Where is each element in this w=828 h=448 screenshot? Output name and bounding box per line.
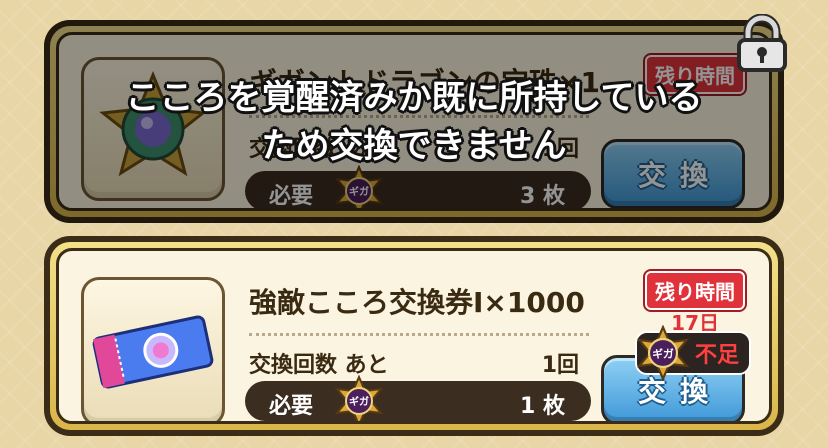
insufficient-label: 不足 [694, 343, 739, 368]
message-line-1: こころを覚醒済みか既に所持している [125, 78, 703, 118]
need-label: 必要 [269, 394, 314, 419]
giga-medal-icon: ギガ [635, 324, 691, 387]
cannot-exchange-message: こころを覚醒済みか既に所持している ため交換できません [44, 74, 784, 170]
message-line-2: ため交換できません [261, 126, 567, 166]
lock-icon [734, 13, 790, 78]
divider [249, 333, 589, 336]
required-cost-bar: 必要 ギガ 1 枚 [245, 374, 591, 421]
ticket-icon [92, 315, 214, 389]
exchange-item-card: 強敵こころ交換券Ⅰ×1000 交換回数 あと 1回 必要 ギガ 1 枚 残り時間 [44, 236, 784, 436]
medal-text: ギガ [652, 347, 674, 360]
need-amount: 1 枚 [520, 394, 565, 419]
medal-text: ギガ [349, 395, 369, 408]
item-name: 強敵こころ交換券Ⅰ×1000 [249, 286, 585, 319]
giga-medal-icon: ギガ [333, 374, 385, 421]
card-frame: 強敵こころ交換券Ⅰ×1000 交換回数 あと 1回 必要 ギガ 1 枚 残り時間 [50, 242, 778, 430]
card-body: 強敵こころ交換券Ⅰ×1000 交換回数 あと 1回 必要 ギガ 1 枚 残り時間 [56, 248, 772, 424]
time-remaining-badge: 残り時間 [645, 271, 745, 310]
count-value: 1回 [541, 353, 579, 378]
insufficient-badge: ギガ 不足 [634, 324, 751, 382]
item-thumbnail [81, 277, 225, 421]
